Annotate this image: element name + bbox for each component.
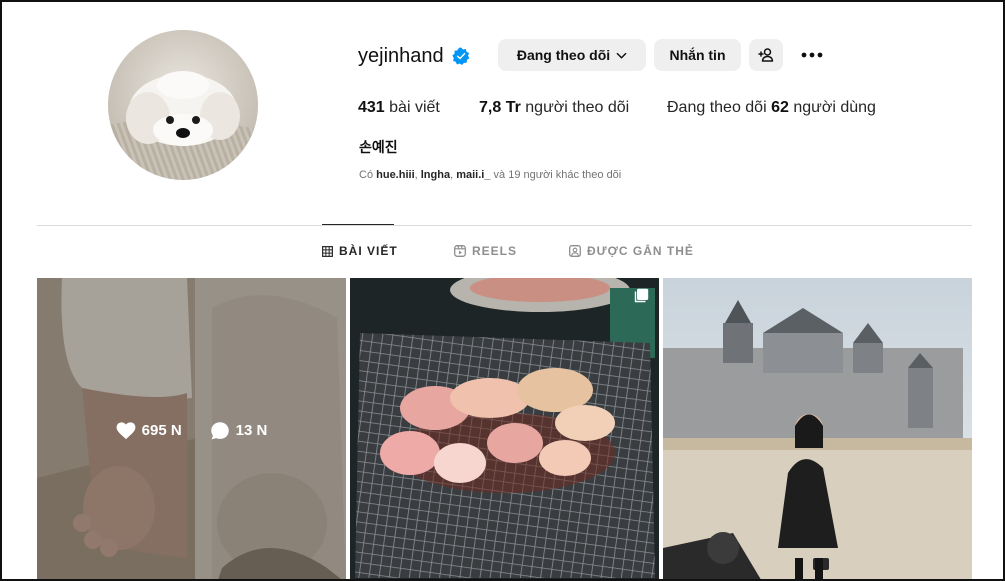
post-tile[interactable]: 695 N 13 N xyxy=(37,278,346,579)
heart-icon xyxy=(116,421,136,439)
followed-by-user: maii.i_ xyxy=(456,169,491,181)
post-tile[interactable] xyxy=(350,278,659,579)
suggest-users-button[interactable] xyxy=(749,39,783,71)
more-horizontal-icon xyxy=(801,52,823,58)
followed-by-text[interactable]: Có hue.hiii, lngha, maii.i_ và 19 người … xyxy=(359,169,621,181)
post-image-grilled-meat xyxy=(350,278,659,579)
reels-icon xyxy=(454,245,466,257)
message-button[interactable]: Nhắn tin xyxy=(654,39,741,71)
followed-by-user: lngha xyxy=(420,169,451,181)
comment-icon xyxy=(210,421,229,439)
username: yejinhand xyxy=(358,44,444,67)
tab-posts-label: BÀI VIẾT xyxy=(339,244,398,258)
tabs-divider xyxy=(37,225,972,226)
profile-avatar[interactable] xyxy=(108,30,258,180)
post-likes-count: 695 N xyxy=(141,422,182,439)
profile-page: yejinhand Đang theo dõi Nhắn tin 431 bài… xyxy=(0,0,1005,581)
message-button-label: Nhắn tin xyxy=(669,47,726,63)
following-button-label: Đang theo dõi xyxy=(516,47,611,63)
more-options-button[interactable] xyxy=(798,42,826,68)
post-comments-count: 13 N xyxy=(235,422,268,439)
chevron-down-icon xyxy=(616,52,627,59)
followed-by-suffix: và 19 người khác theo dõi xyxy=(493,169,622,181)
posts-label: bài viết xyxy=(389,99,440,116)
active-tab-indicator xyxy=(322,224,394,225)
followed-by-prefix: Có xyxy=(359,169,374,181)
username-row: yejinhand xyxy=(358,39,470,73)
tab-posts[interactable]: BÀI VIẾT xyxy=(322,244,398,258)
add-user-icon xyxy=(758,48,774,62)
post-image-chateau xyxy=(663,278,972,579)
following-label: người dùng xyxy=(793,99,876,116)
following-stat[interactable]: Đang theo dõi 62 người dùng xyxy=(667,99,876,117)
carousel-icon xyxy=(634,288,649,303)
full-name: 손예진 xyxy=(359,139,398,155)
followers-label: người theo dõi xyxy=(525,99,630,116)
following-prefix: Đang theo dõi xyxy=(667,99,767,116)
tab-tagged-label: ĐƯỢC GẮN THẺ xyxy=(587,244,694,258)
verified-badge-icon xyxy=(451,47,469,65)
tab-reels-label: REELS xyxy=(472,244,518,258)
post-tile[interactable] xyxy=(663,278,972,579)
followed-by-user: hue.hiii xyxy=(376,169,415,181)
following-button[interactable]: Đang theo dõi xyxy=(498,39,646,71)
following-count: 62 xyxy=(771,99,789,116)
post-likes: 695 N xyxy=(116,421,182,440)
followers-stat[interactable]: 7,8 Tr người theo dõi xyxy=(479,99,629,117)
posts-count: 431 xyxy=(358,99,385,116)
grid-icon xyxy=(322,245,333,257)
dog-avatar-image xyxy=(108,30,258,180)
posts-count-stat: 431 bài viết xyxy=(358,99,440,117)
tab-reels[interactable]: REELS xyxy=(454,244,517,258)
followers-count: 7,8 Tr xyxy=(479,99,521,116)
tab-tagged[interactable]: ĐƯỢC GẮN THẺ xyxy=(569,244,694,258)
post-comments: 13 N xyxy=(210,421,268,441)
post-hover-overlay: 695 N 13 N xyxy=(37,278,346,579)
tagged-icon xyxy=(569,245,581,257)
